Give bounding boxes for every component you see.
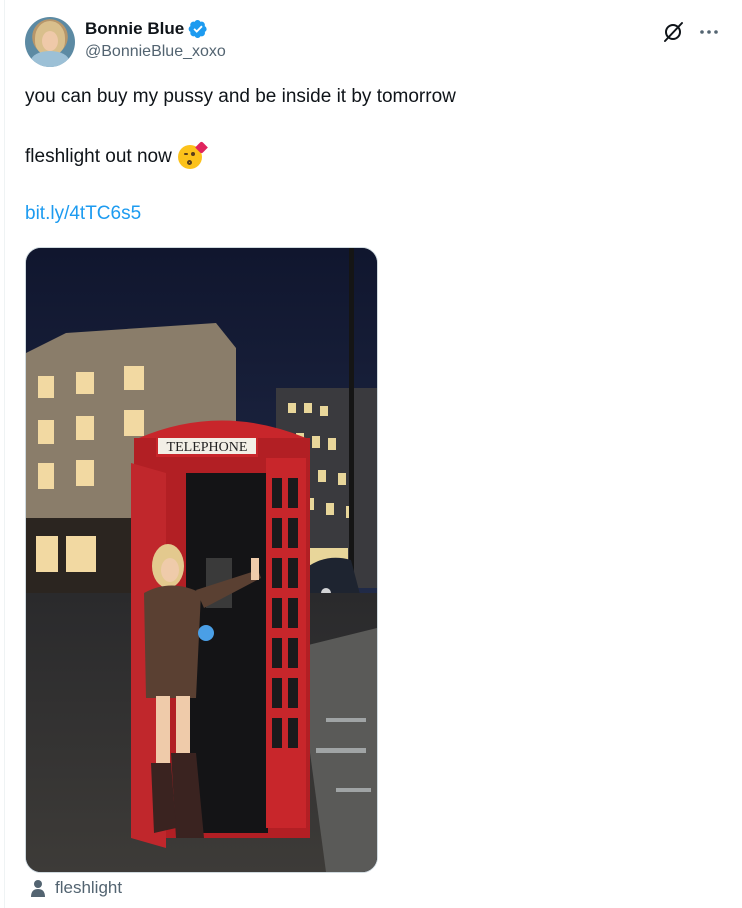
author-info: Bonnie Blue @BonnieBlue_xoxo (85, 18, 226, 61)
tweet-text-line-2: fleshlight out now (25, 141, 208, 169)
handle[interactable]: @BonnieBlue_xoxo (85, 43, 226, 61)
person-icon (31, 880, 45, 897)
tweet-text-line: you can buy my pussy and be inside it by… (25, 86, 456, 107)
tweet-header: Bonnie Blue @BonnieBlue_xoxo (25, 17, 722, 69)
display-name[interactable]: Bonnie Blue (85, 19, 184, 39)
media-tag-label: fleshlight (55, 878, 123, 897)
tweet-text: fleshlight out now (25, 146, 172, 167)
grok-icon[interactable] (660, 19, 686, 45)
tweet-link[interactable]: bit.ly/4tTC6s5 (25, 203, 141, 225)
top-actions (660, 19, 722, 45)
verified-badge-icon (188, 20, 207, 38)
display-name-row: Bonnie Blue (85, 18, 226, 40)
telephone-sign: TELEPHONE (167, 440, 248, 455)
left-divider (4, 0, 5, 908)
media-tag[interactable]: fleshlight (30, 878, 122, 898)
avatar[interactable] (25, 17, 75, 67)
more-options-icon[interactable] (696, 19, 722, 45)
kiss-emoji-icon (177, 141, 208, 169)
tweet-photo[interactable]: TELEPHONE (25, 247, 378, 873)
